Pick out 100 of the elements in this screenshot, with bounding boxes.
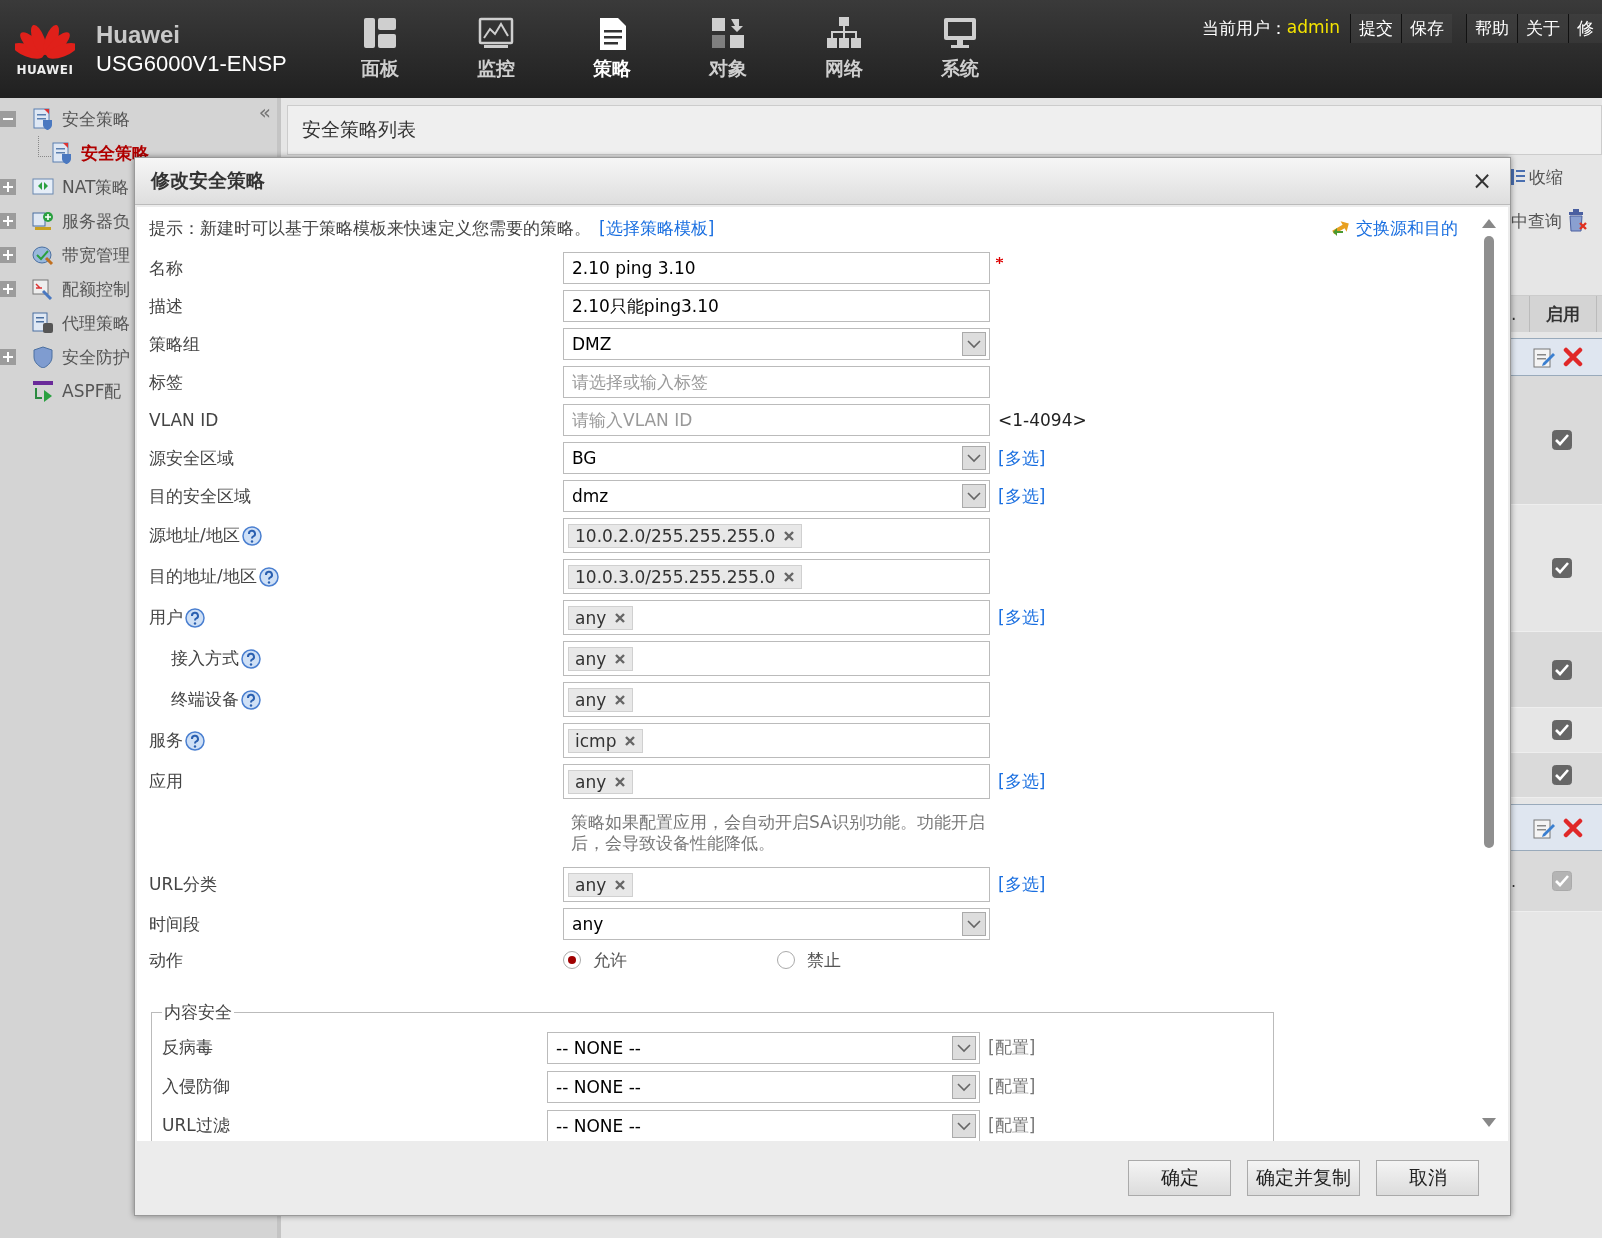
remove-icon[interactable] xyxy=(624,734,637,747)
checkbox[interactable] xyxy=(1552,558,1572,578)
tree-item[interactable]: ASPF配 xyxy=(62,379,122,403)
tree-item[interactable]: 带宽管理 xyxy=(62,243,130,267)
help-icon[interactable] xyxy=(185,730,205,751)
trash-icon[interactable] xyxy=(1566,209,1588,233)
chevron-down-icon[interactable] xyxy=(962,446,986,470)
tag-field[interactable]: any xyxy=(563,600,990,635)
help-icon[interactable] xyxy=(258,566,279,587)
text-field[interactable]: 2.10 ping 3.10 xyxy=(563,252,990,284)
dialog-button[interactable]: 取消 xyxy=(1376,1160,1479,1196)
checkbox[interactable] xyxy=(1552,720,1572,740)
scroll-thumb[interactable] xyxy=(1484,236,1494,848)
radio-label: 允许 xyxy=(593,948,627,972)
remove-icon[interactable] xyxy=(614,775,627,788)
help-icon[interactable] xyxy=(241,648,261,669)
nav-tab[interactable]: 策略 xyxy=(554,0,670,98)
remove-icon[interactable] xyxy=(783,570,796,583)
dropdown[interactable]: -- NONE -- xyxy=(547,1070,980,1103)
remove-icon[interactable] xyxy=(614,878,627,891)
remove-icon[interactable] xyxy=(783,529,796,542)
tag-text: 10.0.2.0/255.255.255.0 xyxy=(575,525,776,546)
close-button[interactable]: × xyxy=(1471,167,1492,195)
tag-field[interactable]: any xyxy=(563,867,990,902)
multi-select-link[interactable]: [多选] xyxy=(998,770,1046,793)
nav-tab[interactable]: 对象 xyxy=(670,0,786,98)
plus-icon[interactable] xyxy=(0,349,16,365)
remove-icon[interactable] xyxy=(614,652,627,665)
tree-item[interactable]: 代理策略 xyxy=(62,311,130,335)
tag-field[interactable]: icmp xyxy=(563,723,990,758)
dropdown[interactable]: -- NONE -- xyxy=(547,1109,980,1141)
config-link[interactable]: [配置] xyxy=(988,1075,1036,1098)
remove-icon[interactable] xyxy=(614,693,627,706)
delete-icon[interactable] xyxy=(1563,347,1583,367)
edit-icon[interactable] xyxy=(1533,346,1555,368)
dropdown[interactable]: any xyxy=(563,908,990,940)
help-icon[interactable] xyxy=(241,525,262,546)
chevron-down-icon[interactable] xyxy=(962,332,986,356)
plus-icon[interactable] xyxy=(0,213,16,229)
toolbar-button[interactable]: 中查询 xyxy=(1511,209,1562,233)
tree-item[interactable]: 配额控制 xyxy=(62,277,130,301)
tag-field[interactable]: any xyxy=(563,764,990,799)
checkbox[interactable] xyxy=(1552,659,1572,680)
tree-item[interactable]: NAT策略 xyxy=(62,175,130,199)
checkbox[interactable] xyxy=(1552,765,1572,785)
multi-select-link[interactable]: [多选] xyxy=(998,606,1046,629)
tag-field[interactable]: 10.0.2.0/255.255.255.0 xyxy=(563,518,990,553)
toolbar-button[interactable]: 收缩 xyxy=(1529,165,1563,189)
header-link[interactable]: 修 xyxy=(1568,14,1602,43)
radio-button[interactable] xyxy=(563,951,581,969)
text-field[interactable]: 2.10只能ping3.10 xyxy=(563,290,990,322)
dialog-button[interactable]: 确定 xyxy=(1128,1160,1231,1196)
tree-item[interactable]: 服务器负 xyxy=(62,209,130,233)
chevron-down-icon[interactable] xyxy=(962,484,986,508)
tree-item[interactable]: 安全策略 xyxy=(62,107,130,131)
multi-select-link[interactable]: [多选] xyxy=(998,873,1046,896)
nav-tab[interactable]: 网络 xyxy=(786,0,902,98)
checkbox[interactable] xyxy=(1552,430,1572,450)
nav-tab[interactable]: 监控 xyxy=(438,0,554,98)
scroll-down-icon[interactable] xyxy=(1482,1118,1496,1127)
config-link[interactable]: [配置] xyxy=(988,1036,1036,1059)
tag-field[interactable]: any xyxy=(563,641,990,676)
chevron-down-icon[interactable] xyxy=(962,912,986,936)
tag-field[interactable]: 10.0.3.0/255.255.255.0 xyxy=(563,559,990,594)
plus-icon[interactable] xyxy=(0,247,16,263)
template-link[interactable]: [选择策略模板] xyxy=(599,217,715,238)
config-link[interactable]: [配置] xyxy=(988,1114,1036,1137)
dropdown[interactable]: DMZ xyxy=(563,328,990,360)
swap-link[interactable]: 交换源和目的 xyxy=(1356,216,1458,240)
chevron-down-icon[interactable] xyxy=(952,1113,976,1138)
dropdown[interactable]: BG xyxy=(563,442,990,474)
dropdown[interactable]: dmz xyxy=(563,480,990,512)
tree-item[interactable]: 安全防护 xyxy=(62,345,130,369)
chevron-down-icon[interactable] xyxy=(952,1035,976,1060)
chevron-down-icon[interactable] xyxy=(952,1074,976,1099)
header-link[interactable]: 提交 xyxy=(1350,14,1401,43)
remove-icon[interactable] xyxy=(614,611,627,624)
header-link[interactable]: 保存 xyxy=(1401,14,1452,43)
document-icon xyxy=(32,312,54,334)
list-icon[interactable] xyxy=(1511,167,1525,187)
minus-icon[interactable] xyxy=(0,111,16,127)
header-link[interactable]: 关于 xyxy=(1517,14,1568,43)
radio-button[interactable] xyxy=(776,951,795,969)
header-link[interactable]: 帮助 xyxy=(1466,14,1517,43)
plus-icon[interactable] xyxy=(0,281,16,297)
multi-select-link[interactable]: [多选] xyxy=(998,484,1046,508)
help-icon[interactable] xyxy=(241,689,261,710)
edit-icon[interactable] xyxy=(1533,816,1555,839)
help-icon[interactable] xyxy=(185,607,205,628)
server-icon xyxy=(32,210,54,232)
delete-icon[interactable] xyxy=(1563,817,1583,838)
scroll-up-icon[interactable] xyxy=(1482,219,1496,228)
plus-icon[interactable] xyxy=(0,179,16,195)
nav-tab[interactable]: 系统 xyxy=(902,0,1018,98)
nav-tab[interactable]: 面板 xyxy=(322,0,438,98)
dialog-button[interactable]: 确定并复制 xyxy=(1247,1160,1360,1196)
multi-select-link[interactable]: [多选] xyxy=(998,446,1046,470)
dropdown[interactable]: -- NONE -- xyxy=(547,1031,980,1064)
field-label: 名称 xyxy=(149,256,183,280)
tag-field[interactable]: any xyxy=(563,682,990,717)
